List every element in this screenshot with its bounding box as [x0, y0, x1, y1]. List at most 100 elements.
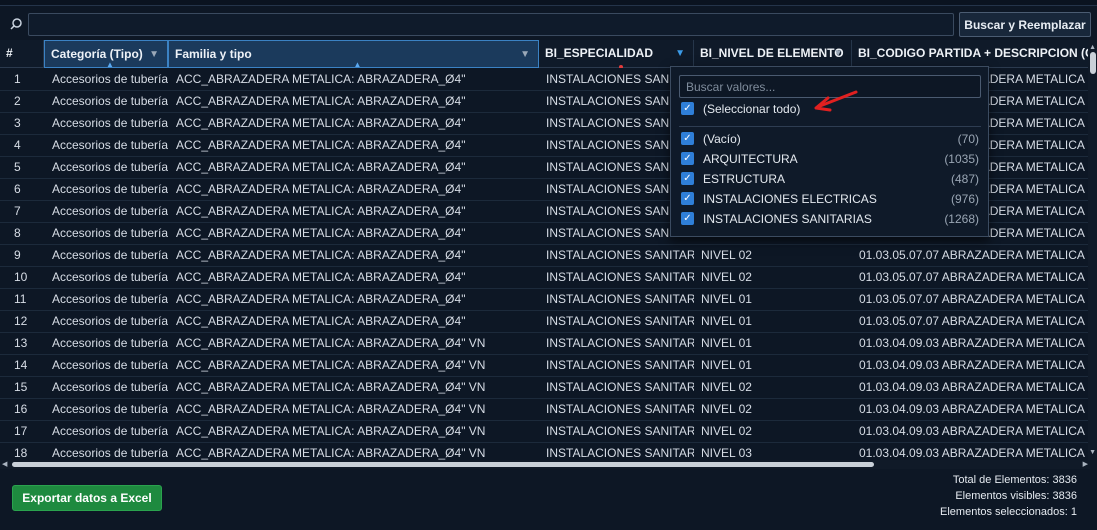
table-cell-fam[interactable]: ACC_ABRAZADERA METALICA: ABRAZADERA_Ø4" …	[168, 421, 539, 443]
table-cell-cat[interactable]: Accesorios de tuberías	[44, 201, 168, 223]
table-cell-esp[interactable]: INSTALACIONES SANITARIAS	[539, 311, 694, 333]
table-cell-fam[interactable]: ACC_ABRAZADERA METALICA: ABRAZADERA_Ø4" …	[168, 399, 539, 421]
scroll-down-icon[interactable]: ▼	[1089, 449, 1096, 456]
table-row[interactable]: 13 Accesorios de tuberías ACC_ABRAZADERA M…	[0, 333, 1090, 355]
table-cell-cod[interactable]: 01.03.05.07.07 ABRAZADERA METALICA p/TUB	[852, 311, 1090, 333]
table-row[interactable]: 17 Accesorios de tuberías ACC_ABRAZADERA M…	[0, 421, 1090, 443]
find-replace-button[interactable]: Buscar y Reemplazar	[959, 12, 1091, 37]
table-cell-cat[interactable]: Accesorios de tuberías	[44, 355, 168, 377]
table-row[interactable]: 12 Accesorios de tuberías ACC_ABRAZADERA M…	[0, 311, 1090, 333]
export-excel-button[interactable]: Exportar datos a Excel	[12, 485, 162, 511]
scroll-right-icon[interactable]: ▶	[1083, 460, 1088, 468]
checkbox-checked-icon[interactable]: ✓	[681, 172, 694, 185]
table-cell-fam[interactable]: ACC_ABRAZADERA METALICA: ABRAZADERA_Ø4"	[168, 223, 539, 245]
table-cell-fam[interactable]: ACC_ABRAZADERA METALICA: ABRAZADERA_Ø4"	[168, 113, 539, 135]
table-cell-fam[interactable]: ACC_ABRAZADERA METALICA: ABRAZADERA_Ø4"	[168, 135, 539, 157]
checkbox-checked-icon[interactable]: ✓	[681, 132, 694, 145]
table-cell-n[interactable]: 3	[0, 113, 44, 135]
table-cell-niv[interactable]: NIVEL 02	[694, 421, 852, 443]
table-cell-fam[interactable]: ACC_ABRAZADERA METALICA: ABRAZADERA_Ø4"	[168, 245, 539, 267]
table-cell-n[interactable]: 13	[0, 333, 44, 355]
filter-item[interactable]: ✓ ESTRUCTURA (487)	[681, 169, 979, 189]
table-cell-cat[interactable]: Accesorios de tuberías	[44, 421, 168, 443]
table-cell-cat[interactable]: Accesorios de tuberías	[44, 223, 168, 245]
table-cell-cat[interactable]: Accesorios de tuberías	[44, 399, 168, 421]
checkbox-checked-icon[interactable]: ✓	[681, 212, 694, 225]
table-cell-cat[interactable]: Accesorios de tuberías	[44, 179, 168, 201]
filter-item[interactable]: ✓ (Vacío) (70)	[681, 129, 979, 149]
column-header-familia[interactable]: Familia y tipo ▼ ▲	[168, 40, 539, 68]
checkbox-checked-icon[interactable]: ✓	[681, 192, 694, 205]
table-cell-n[interactable]: 17	[0, 421, 44, 443]
table-cell-cod[interactable]: 01.03.05.07.07 ABRAZADERA METALICA p/TUB	[852, 267, 1090, 289]
table-row[interactable]: 14 Accesorios de tuberías ACC_ABRAZADERA M…	[0, 355, 1090, 377]
table-cell-cat[interactable]: Accesorios de tuberías	[44, 245, 168, 267]
table-cell-n[interactable]: 11	[0, 289, 44, 311]
table-cell-n[interactable]: 7	[0, 201, 44, 223]
filter-icon[interactable]: ▼	[149, 41, 159, 67]
table-cell-fam[interactable]: ACC_ABRAZADERA METALICA: ABRAZADERA_Ø4" …	[168, 333, 539, 355]
table-cell-n[interactable]: 1	[0, 69, 44, 91]
table-cell-cod[interactable]: 01.03.05.07.07 ABRAZADERA METALICA p/TUB	[852, 245, 1090, 267]
table-cell-fam[interactable]: ACC_ABRAZADERA METALICA: ABRAZADERA_Ø4"	[168, 157, 539, 179]
filter-active-icon[interactable]: ▼	[675, 40, 685, 67]
filter-item[interactable]: ✓ INSTALACIONES SANITARIAS (1268)	[681, 209, 979, 229]
table-cell-cat[interactable]: Accesorios de tuberías	[44, 157, 168, 179]
column-header-categoria[interactable]: Categoría (Tipo) ▼ ▲	[44, 40, 168, 68]
table-cell-cat[interactable]: Accesorios de tuberías	[44, 135, 168, 157]
table-cell-esp[interactable]: INSTALACIONES SANITARIAS	[539, 245, 694, 267]
table-cell-n[interactable]: 4	[0, 135, 44, 157]
scroll-left-icon[interactable]: ◀	[2, 460, 7, 468]
table-cell-cat[interactable]: Accesorios de tuberías	[44, 333, 168, 355]
table-cell-esp[interactable]: INSTALACIONES SANITARIAS	[539, 421, 694, 443]
table-row[interactable]: 9 Accesorios de tuberías ACC_ABRAZADERA ME…	[0, 245, 1090, 267]
filter-item[interactable]: ✓ INSTALACIONES ELECTRICAS (976)	[681, 189, 979, 209]
table-cell-esp[interactable]: INSTALACIONES SANITARIAS	[539, 399, 694, 421]
table-cell-cod[interactable]: 01.03.04.09.03 ABRAZADERA METALICA p/TUB	[852, 333, 1090, 355]
table-cell-fam[interactable]: ACC_ABRAZADERA METALICA: ABRAZADERA_Ø4"	[168, 289, 539, 311]
table-row[interactable]: 11 Accesorios de tuberías ACC_ABRAZADERA M…	[0, 289, 1090, 311]
table-cell-fam[interactable]: ACC_ABRAZADERA METALICA: ABRAZADERA_Ø4"	[168, 267, 539, 289]
table-cell-n[interactable]: 2	[0, 91, 44, 113]
table-cell-niv[interactable]: NIVEL 01	[694, 333, 852, 355]
table-cell-esp[interactable]: INSTALACIONES SANITARIAS	[539, 377, 694, 399]
table-row[interactable]: 16 Accesorios de tuberías ACC_ABRAZADERA M…	[0, 399, 1090, 421]
table-cell-niv[interactable]: NIVEL 01	[694, 355, 852, 377]
column-header-codigo[interactable]: BI_CODIGO PARTIDA + DESCRIPCION (Calc	[852, 40, 1090, 68]
table-cell-cat[interactable]: Accesorios de tuberías	[44, 69, 168, 91]
table-cell-n[interactable]: 9	[0, 245, 44, 267]
table-cell-cat[interactable]: Accesorios de tuberías	[44, 377, 168, 399]
table-cell-n[interactable]: 12	[0, 311, 44, 333]
filter-icon[interactable]: ▼	[520, 41, 530, 67]
table-cell-n[interactable]: 16	[0, 399, 44, 421]
table-cell-esp[interactable]: INSTALACIONES SANITARIAS	[539, 289, 694, 311]
column-header-nivel[interactable]: BI_NIVEL DE ELEMENTO ▼	[694, 40, 852, 68]
table-cell-cat[interactable]: Accesorios de tuberías	[44, 91, 168, 113]
table-cell-fam[interactable]: ACC_ABRAZADERA METALICA: ABRAZADERA_Ø4" …	[168, 355, 539, 377]
filter-icon[interactable]: ▼	[833, 40, 843, 67]
table-cell-esp[interactable]: INSTALACIONES SANITARIAS	[539, 267, 694, 289]
table-cell-cod[interactable]: 01.03.04.09.03 ABRAZADERA METALICA p/TUB	[852, 399, 1090, 421]
table-cell-fam[interactable]: ACC_ABRAZADERA METALICA: ABRAZADERA_Ø4"	[168, 91, 539, 113]
table-cell-n[interactable]: 15	[0, 377, 44, 399]
table-cell-n[interactable]: 14	[0, 355, 44, 377]
table-cell-cod[interactable]: 01.03.05.07.07 ABRAZADERA METALICA p/TUB	[852, 289, 1090, 311]
table-cell-fam[interactable]: ACC_ABRAZADERA METALICA: ABRAZADERA_Ø4" …	[168, 377, 539, 399]
table-cell-cat[interactable]: Accesorios de tuberías	[44, 311, 168, 333]
table-row[interactable]: 15 Accesorios de tuberías ACC_ABRAZADERA M…	[0, 377, 1090, 399]
filter-item[interactable]: ✓ ARQUITECTURA (1035)	[681, 149, 979, 169]
table-cell-n[interactable]: 10	[0, 267, 44, 289]
table-cell-fam[interactable]: ACC_ABRAZADERA METALICA: ABRAZADERA_Ø4"	[168, 179, 539, 201]
scroll-up-icon[interactable]: ▲	[1089, 44, 1096, 51]
table-cell-niv[interactable]: NIVEL 01	[694, 289, 852, 311]
table-row[interactable]: 10 Accesorios de tuberías ACC_ABRAZADERA M…	[0, 267, 1090, 289]
table-cell-n[interactable]: 6	[0, 179, 44, 201]
column-header-index[interactable]: #	[0, 40, 44, 68]
vertical-scrollbar[interactable]	[1088, 40, 1097, 460]
table-cell-esp[interactable]: INSTALACIONES SANITARIAS	[539, 333, 694, 355]
column-header-especialidad[interactable]: BI_ESPECIALIDAD ▼	[539, 40, 694, 68]
checkbox-checked-icon[interactable]: ✓	[681, 152, 694, 165]
horizontal-scroll-thumb[interactable]	[12, 462, 874, 467]
table-cell-cat[interactable]: Accesorios de tuberías	[44, 113, 168, 135]
table-cell-n[interactable]: 8	[0, 223, 44, 245]
